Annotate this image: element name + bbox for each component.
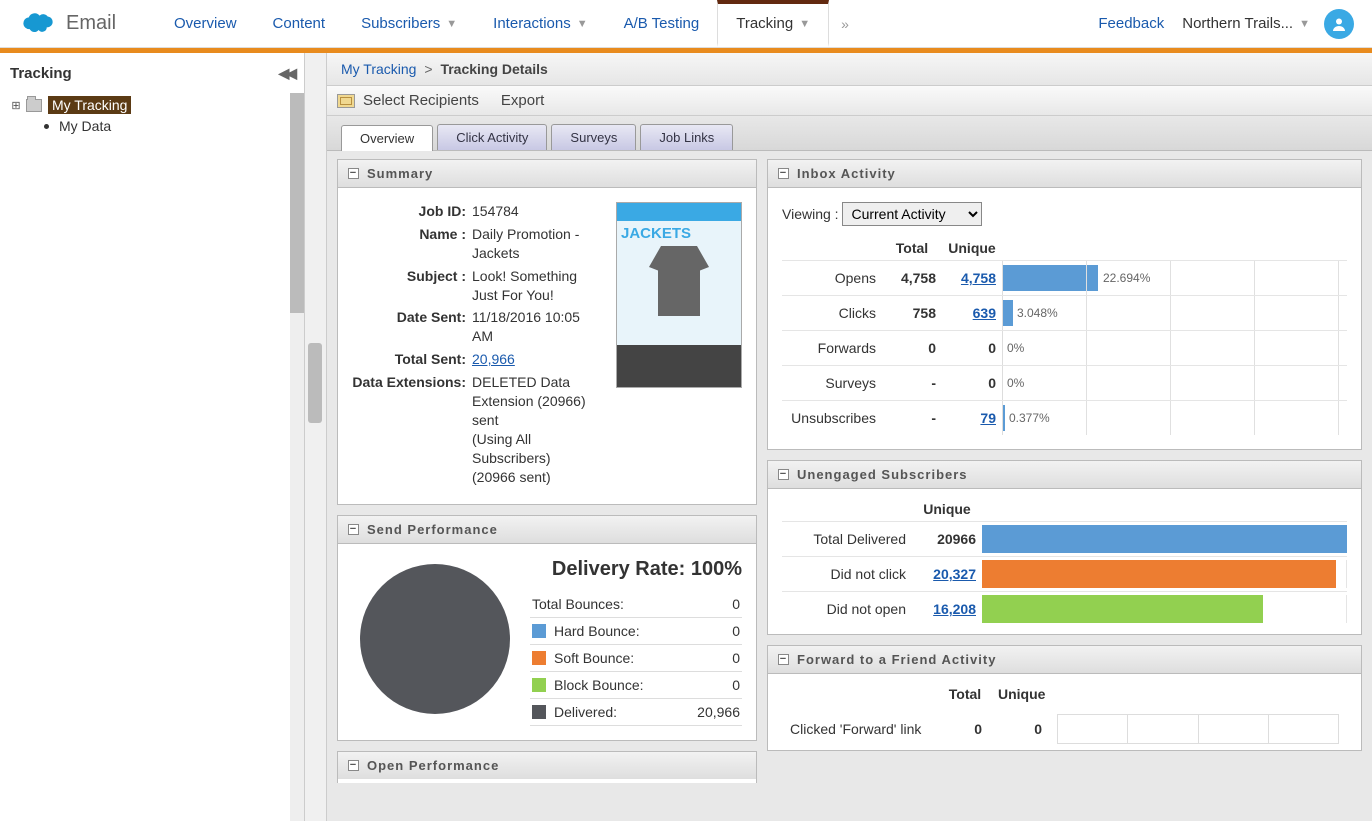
- viewing-select[interactable]: Current Activity: [842, 202, 982, 226]
- subtabs: Overview Click Activity Surveys Job Link…: [327, 116, 1372, 151]
- table-row: Surveys - 0 0%: [782, 366, 1347, 401]
- top-nav: Email Overview Content Subscribers▼ Inte…: [0, 0, 1372, 48]
- swatch-icon: [532, 624, 546, 638]
- splitter-gutter[interactable]: [305, 53, 327, 821]
- table-row: Opens 4,758 4,758 22.694%: [782, 261, 1347, 296]
- swatch-icon: [532, 705, 546, 719]
- panel-toggle-icon[interactable]: −: [778, 469, 789, 480]
- subtab-overview[interactable]: Overview: [341, 125, 433, 151]
- sidebar-title: Tracking: [10, 65, 72, 82]
- table-row: Unsubscribes - 79 0.377%: [782, 401, 1347, 436]
- didnotopen-link[interactable]: 16,208: [933, 601, 976, 617]
- table-row: Did not open 16,208: [782, 592, 1347, 627]
- email-preview[interactable]: JACKETS: [616, 202, 742, 388]
- delivery-pie-chart: [360, 564, 510, 714]
- summary-total-sent-link[interactable]: 20,966: [472, 351, 515, 367]
- didnotclick-link[interactable]: 20,327: [933, 566, 976, 582]
- bullet-icon: [44, 124, 49, 129]
- caret-down-icon: ▼: [1299, 18, 1310, 30]
- select-recipients-button[interactable]: Select Recipients: [363, 92, 479, 109]
- export-button[interactable]: Export: [501, 92, 544, 109]
- tab-ab-testing[interactable]: A/B Testing: [606, 0, 718, 47]
- panel-forward: −Forward to a Friend Activity Total Uniq…: [767, 645, 1362, 751]
- summary-subject: Look! Something Just For You!: [472, 267, 602, 305]
- table-row: Did not click 20,327: [782, 557, 1347, 592]
- nav-tabs: Overview Content Subscribers▼ Interactio…: [156, 0, 861, 47]
- sidebar-scrollbar[interactable]: [290, 93, 304, 821]
- tab-overview[interactable]: Overview: [156, 0, 255, 47]
- feedback-link[interactable]: Feedback: [1098, 15, 1164, 32]
- sidebar-collapse-icon[interactable]: ◀◀: [278, 65, 294, 82]
- recipients-icon: [337, 94, 355, 108]
- breadcrumb-current: Tracking Details: [440, 61, 547, 77]
- table-row: Forwards 0 0 0%: [782, 331, 1347, 366]
- jacket-icon: [649, 246, 709, 316]
- opens-unique-link[interactable]: 4,758: [961, 270, 996, 286]
- panel-unengaged: −Unengaged Subscribers Unique Total Deli…: [767, 460, 1362, 635]
- tree-item-my-data[interactable]: My Data: [10, 116, 294, 136]
- clicks-unique-link[interactable]: 639: [973, 305, 996, 321]
- panel-toggle-icon[interactable]: −: [348, 524, 359, 535]
- panel-toggle-icon[interactable]: −: [778, 654, 789, 665]
- caret-down-icon: ▼: [446, 18, 457, 30]
- breadcrumb: My Tracking > Tracking Details: [327, 53, 1372, 86]
- subtab-surveys[interactable]: Surveys: [551, 124, 636, 150]
- main: My Tracking > Tracking Details Select Re…: [327, 53, 1372, 821]
- panel-toggle-icon[interactable]: −: [778, 168, 789, 179]
- delivery-rate: Delivery Rate: 100%: [530, 558, 742, 581]
- nav-right: Feedback Northern Trails...▼: [1098, 9, 1372, 39]
- summary-name: Daily Promotion - Jackets: [472, 225, 602, 263]
- tab-subscribers[interactable]: Subscribers▼: [343, 0, 475, 47]
- subtab-click-activity[interactable]: Click Activity: [437, 124, 547, 150]
- account-picker[interactable]: Northern Trails...▼: [1182, 15, 1310, 32]
- subtab-job-links[interactable]: Job Links: [640, 124, 733, 150]
- caret-down-icon: ▼: [577, 18, 588, 30]
- panel-inbox-activity: −Inbox Activity Viewing : Current Activi…: [767, 159, 1362, 450]
- table-row: Clicks 758 639 3.048%: [782, 296, 1347, 331]
- summary-date: 11/18/2016 10:05 AM: [472, 308, 602, 346]
- unsub-unique-link[interactable]: 79: [980, 410, 996, 426]
- unengaged-table: Unique Total Delivered 20966 Did not cli…: [782, 497, 1347, 626]
- nav-more-icon[interactable]: »: [829, 0, 861, 47]
- panel-toggle-icon[interactable]: −: [348, 760, 359, 771]
- app-label: Email: [66, 12, 116, 35]
- summary-table: Job ID:154784 Name :Daily Promotion - Ja…: [352, 202, 602, 490]
- tab-tracking[interactable]: Tracking▼: [717, 0, 829, 47]
- folder-icon: [26, 99, 42, 112]
- salesforce-cloud-icon[interactable]: [18, 12, 54, 36]
- caret-down-icon: ▼: [799, 18, 810, 30]
- tab-interactions[interactable]: Interactions▼: [475, 0, 605, 47]
- panel-send-performance: −Send Performance Delivery Rate: 100% To…: [337, 515, 757, 741]
- scrollbar-thumb[interactable]: [308, 343, 322, 423]
- inbox-activity-table: TotalUnique Opens 4,758 4,758 22.694% Cl…: [782, 236, 1347, 435]
- sidebar: Tracking ◀◀ ⊞ My Tracking My Data: [0, 53, 305, 821]
- summary-jobid: 154784: [472, 202, 602, 221]
- tab-content[interactable]: Content: [255, 0, 344, 47]
- user-avatar-icon[interactable]: [1324, 9, 1354, 39]
- tree-item-my-tracking[interactable]: ⊞ My Tracking: [10, 94, 294, 116]
- panel-toggle-icon[interactable]: −: [348, 168, 359, 179]
- swatch-icon: [532, 651, 546, 665]
- table-row: Clicked 'Forward' link 0 0: [782, 708, 1347, 750]
- expand-icon[interactable]: ⊞: [10, 99, 22, 112]
- panel-summary: −Summary Job ID:154784 Name :Daily Promo…: [337, 159, 757, 505]
- panel-open-performance: −Open Performance: [337, 751, 757, 783]
- summary-de: DELETED Data Extension (20966) sent(Usin…: [472, 373, 602, 486]
- toolbar: Select Recipients Export: [327, 86, 1372, 116]
- swatch-icon: [532, 678, 546, 692]
- breadcrumb-my-tracking[interactable]: My Tracking: [341, 61, 416, 77]
- table-row: Total Delivered 20966: [782, 522, 1347, 557]
